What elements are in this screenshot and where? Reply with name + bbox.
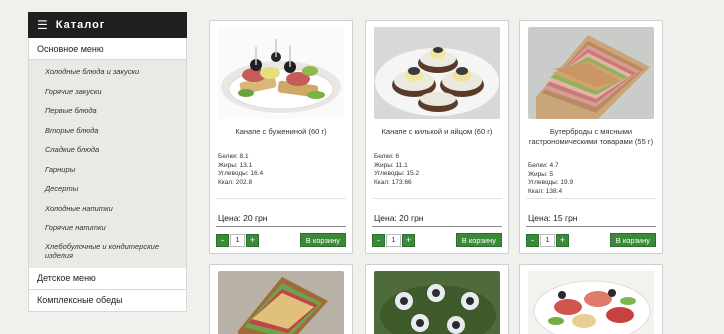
product-image[interactable]	[374, 27, 500, 119]
product-card	[365, 264, 509, 334]
price-rule	[526, 226, 656, 227]
divider	[526, 198, 656, 199]
product-card: Канапе с бужениной (60 г) Белки: 8.1 Жир…	[209, 20, 353, 254]
product-name[interactable]: Канапе с килькой и яйцом (60 г)	[370, 127, 504, 137]
nutrition-info: Белки: 6 Жиры: 11.1 Углеводы: 15.2 Ккал:…	[374, 153, 419, 187]
submenu-item-desserts[interactable]: Десерты	[29, 179, 186, 199]
submenu-item-first-courses[interactable]: Первые блюда	[29, 101, 186, 121]
increase-button[interactable]: +	[402, 233, 415, 247]
price-rule	[216, 226, 346, 227]
add-to-cart-button[interactable]: В корзину	[609, 233, 656, 247]
menu-item-main[interactable]: Основное меню	[28, 38, 187, 60]
kcal: Ккал: 202.8	[218, 178, 253, 186]
carbs: Углеводы: 15.2	[374, 170, 420, 177]
catalog-header[interactable]: ☰ Каталог	[28, 12, 187, 38]
product-card: Бутерброды с мясными гастрономическими т…	[519, 20, 663, 254]
protein: Белки: 8.1	[218, 153, 249, 160]
product-image[interactable]	[528, 27, 654, 119]
decrease-button[interactable]: -	[372, 233, 385, 247]
divider	[372, 198, 502, 199]
product-image[interactable]	[374, 271, 500, 334]
menu-item-complex-lunch[interactable]: Комплексные обеды	[28, 289, 187, 312]
submenu-item-hot-snacks[interactable]: Горячие закуски	[29, 82, 186, 102]
increase-button[interactable]: +	[246, 233, 259, 247]
protein: Белки: 4.7	[528, 162, 559, 169]
submenu-item-sweet-dishes[interactable]: Сладкие блюда	[29, 140, 186, 160]
carbs: Углеводы: 19.9	[528, 179, 574, 186]
hamburger-icon: ☰	[37, 18, 49, 32]
product-image[interactable]	[528, 271, 654, 334]
decrease-button[interactable]: -	[526, 233, 539, 247]
nutrition-info: Белки: 4.7 Жиры: 5 Углеводы: 19.9 Ккал: …	[528, 162, 573, 196]
submenu-item-hot-drinks[interactable]: Горячие напитки	[29, 218, 186, 238]
submenu-item-garnishes[interactable]: Гарниры	[29, 160, 186, 180]
cart-controls: - 1 + В корзину	[216, 232, 346, 248]
quantity-field[interactable]: 1	[230, 233, 245, 247]
product-card	[209, 264, 353, 334]
carbs: Углеводы: 16.4	[218, 170, 264, 177]
submenu-item-cold-drinks[interactable]: Холодные напитки	[29, 199, 186, 219]
cart-controls: - 1 + В корзину	[526, 232, 656, 248]
product-name[interactable]: Канапе с бужениной (60 г)	[214, 127, 348, 137]
submenu-list: Холодные блюда и закуски Горячие закуски…	[28, 60, 187, 268]
submenu-item-cold-dishes[interactable]: Холодные блюда и закуски	[29, 62, 186, 82]
price: Цена: 15 грн	[528, 213, 578, 223]
product-name[interactable]: Бутерброды с мясными гастрономическими т…	[524, 127, 658, 147]
fat: Жиры: 11.1	[374, 161, 408, 169]
decrease-button[interactable]: -	[216, 233, 229, 247]
submenu-item-bakery[interactable]: Хлебобулочные и кондитерские изделия	[29, 238, 186, 264]
price: Цена: 20 грн	[374, 213, 424, 223]
product-image[interactable]	[218, 271, 344, 334]
price: Цена: 20 грн	[218, 213, 268, 223]
nutrition-info: Белки: 8.1 Жиры: 13.1 Углеводы: 16.4 Кка…	[218, 153, 263, 187]
increase-button[interactable]: +	[556, 233, 569, 247]
product-card	[519, 264, 663, 334]
price-rule	[372, 226, 502, 227]
product-image[interactable]	[218, 27, 344, 119]
quantity-field[interactable]: 1	[386, 233, 401, 247]
submenu-item-second-courses[interactable]: Вторые блюда	[29, 121, 186, 141]
add-to-cart-button[interactable]: В корзину	[455, 233, 502, 247]
product-card: Канапе с килькой и яйцом (60 г) Белки: 6…	[365, 20, 509, 254]
catalog-sidebar: ☰ Каталог Основное меню Холодные блюда и…	[28, 12, 187, 312]
divider	[216, 198, 346, 199]
fat: Жиры: 5	[528, 170, 554, 178]
menu-item-kids[interactable]: Детское меню	[28, 267, 187, 290]
cart-controls: - 1 + В корзину	[372, 232, 502, 248]
fat: Жиры: 13.1	[218, 161, 253, 169]
catalog-title: Каталог	[55, 19, 106, 31]
quantity-field[interactable]: 1	[540, 233, 555, 247]
add-to-cart-button[interactable]: В корзину	[299, 233, 346, 247]
kcal: Ккал: 138.4	[528, 187, 563, 195]
kcal: Ккал: 173.66	[374, 178, 412, 186]
protein: Белки: 6	[374, 153, 400, 160]
